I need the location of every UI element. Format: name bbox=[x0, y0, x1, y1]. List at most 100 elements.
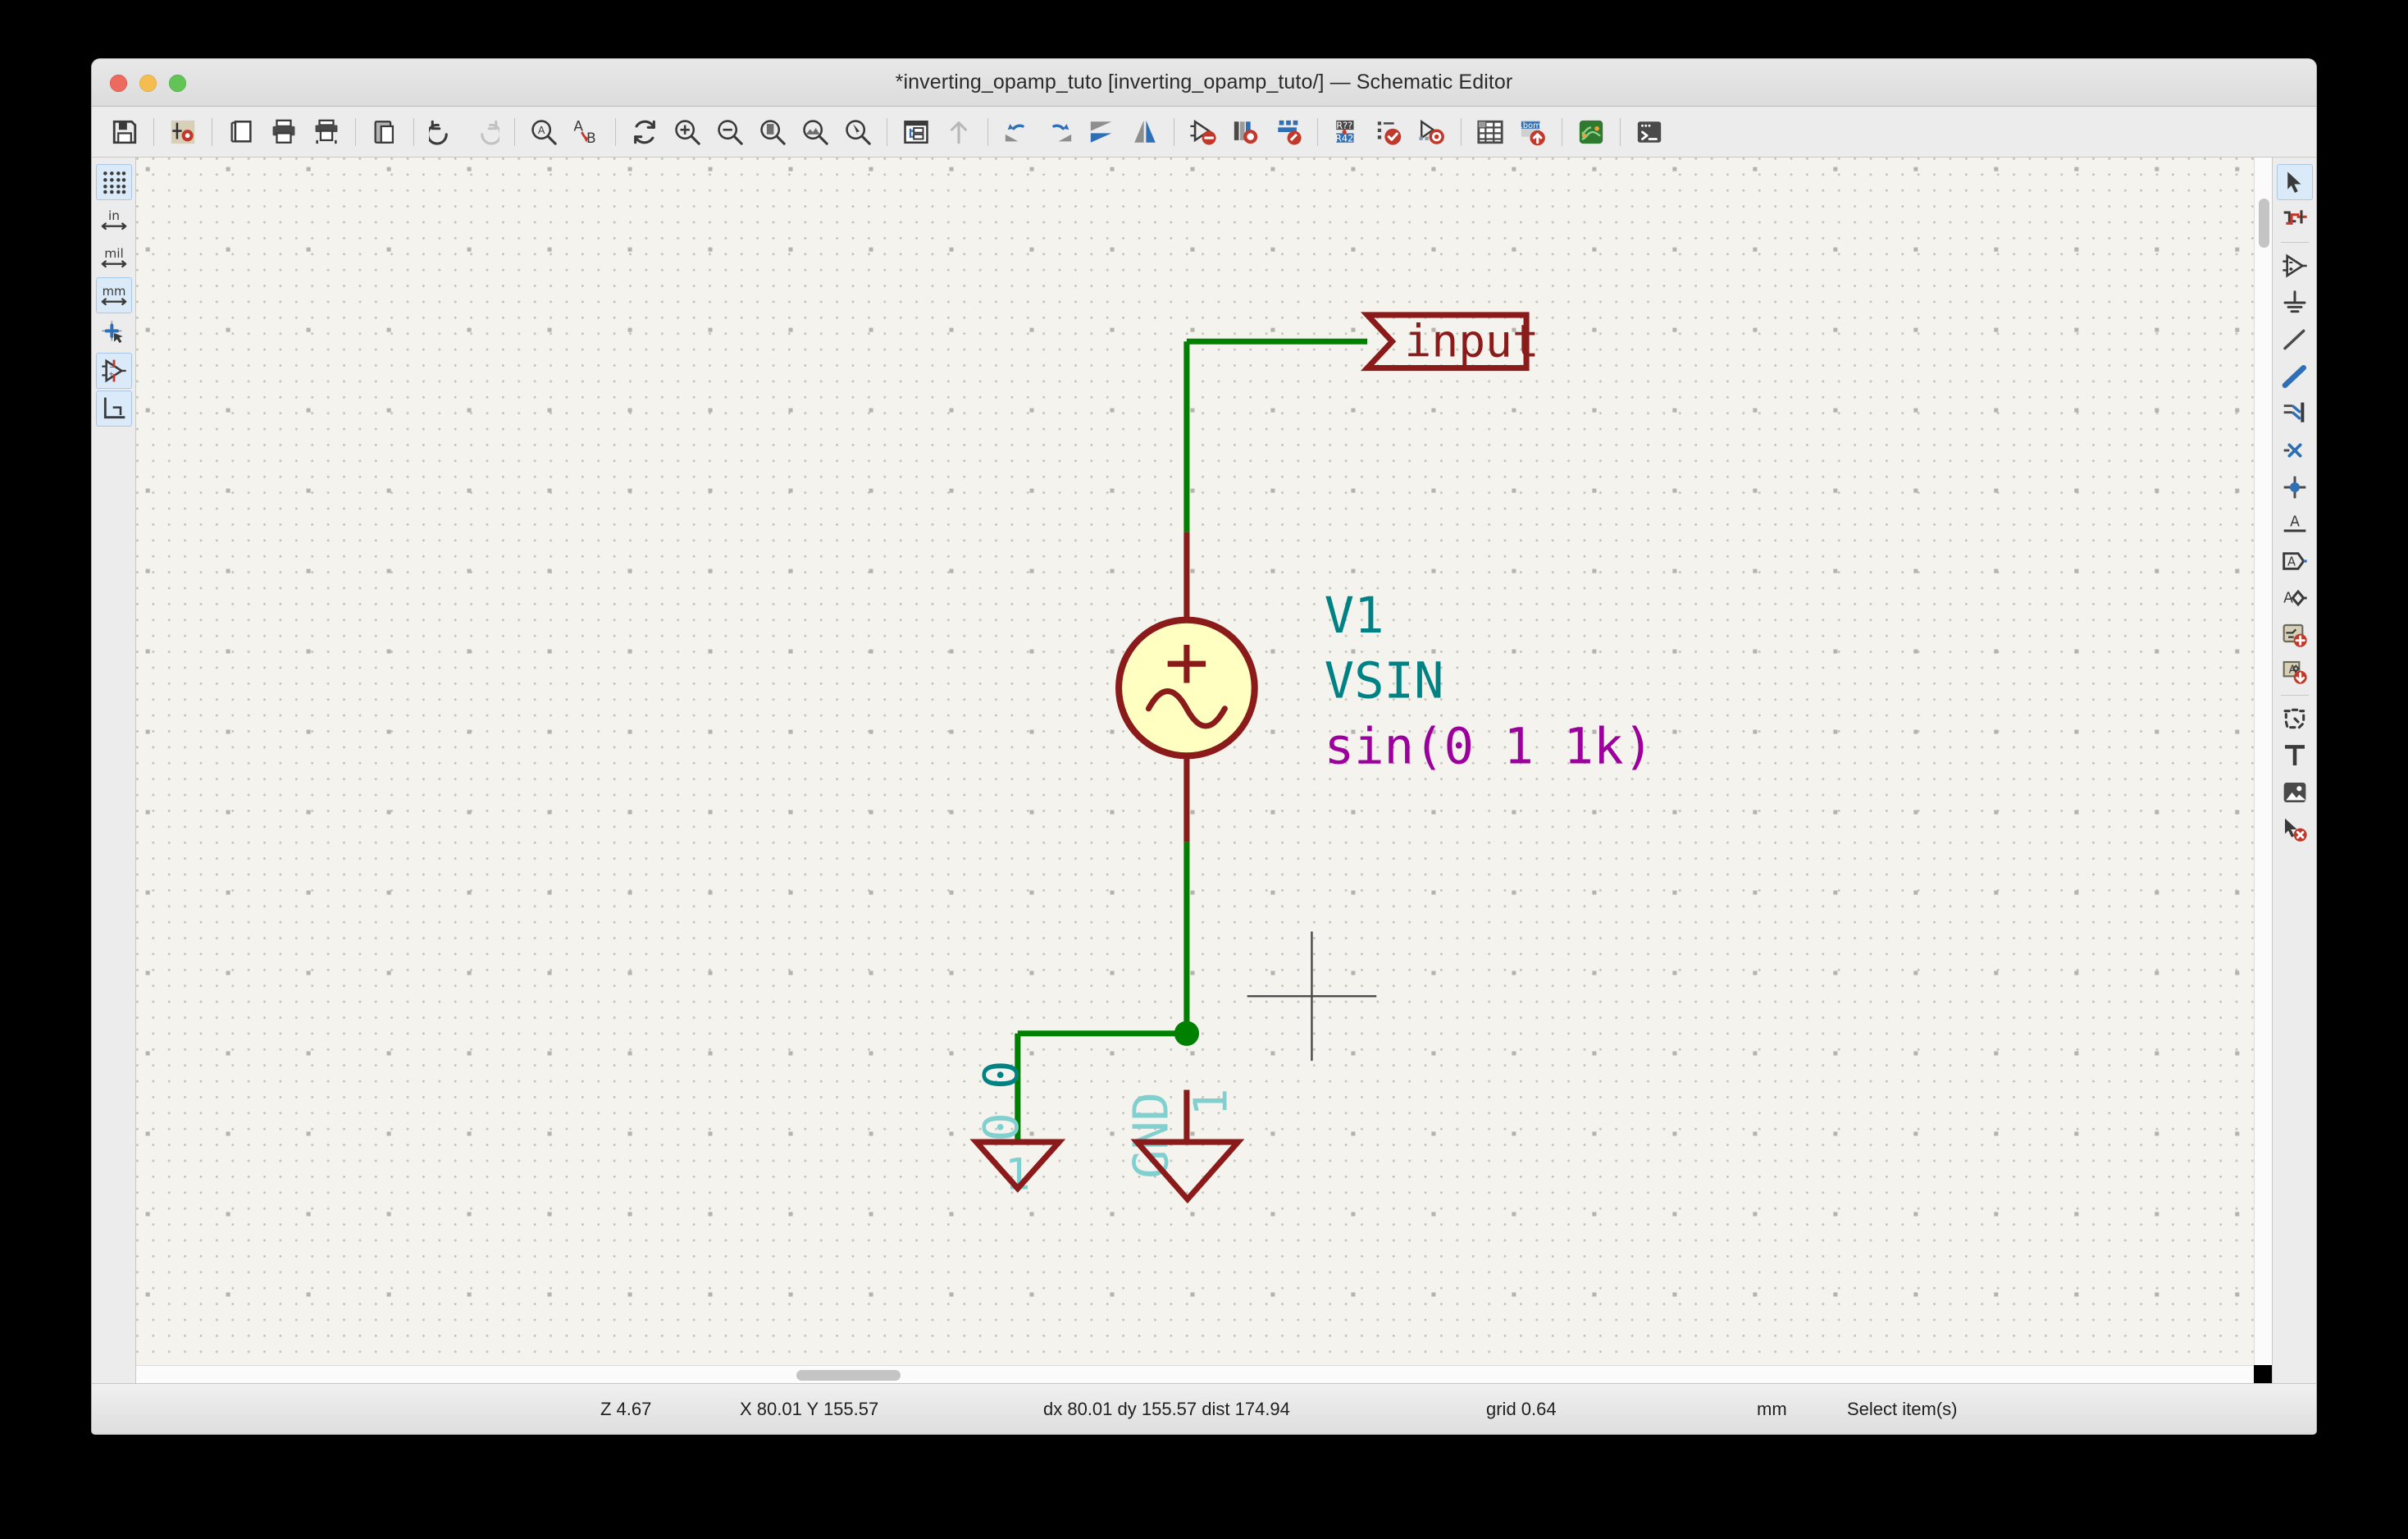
paste-button[interactable] bbox=[363, 112, 406, 153]
crosshair-cursor bbox=[1247, 931, 1377, 1062]
zoom-window-button[interactable] bbox=[169, 75, 186, 92]
zoom-fit-objects-button[interactable] bbox=[794, 112, 837, 153]
source-reference-text[interactable]: V1 bbox=[1325, 587, 1384, 645]
svg-text:A: A bbox=[538, 125, 545, 137]
bus-entry-button[interactable] bbox=[2277, 395, 2313, 432]
page-settings-icon bbox=[171, 120, 195, 144]
delete-tool-button[interactable] bbox=[2277, 811, 2313, 847]
minimize-window-button[interactable] bbox=[139, 75, 157, 92]
wire-line-icon bbox=[2283, 329, 2305, 350]
open-pcb-editor-button[interactable] bbox=[1570, 112, 1612, 153]
place-power-button[interactable] bbox=[2277, 285, 2313, 321]
floppy-disk-icon bbox=[112, 120, 137, 144]
print-button[interactable] bbox=[262, 112, 305, 153]
highlight-net-tool-button[interactable] bbox=[2277, 201, 2313, 237]
toggle-grid-button[interactable] bbox=[95, 164, 132, 200]
find-button[interactable]: A bbox=[522, 112, 565, 153]
draw-bus-button[interactable] bbox=[2277, 358, 2313, 395]
vertical-scrollbar[interactable] bbox=[2254, 158, 2272, 1365]
graphic-polygon-icon bbox=[2283, 708, 2305, 729]
right-toolbar: A A A A bbox=[2272, 158, 2316, 1383]
zoom-fit-page-button[interactable] bbox=[751, 112, 794, 153]
schematic-canvas[interactable]: input 0 0 1 GND 1 V1 VSIN sin(0 1 1k) bbox=[136, 158, 2254, 1365]
annotate-button[interactable]: R?? R42 bbox=[1325, 112, 1368, 153]
hierarchy-navigator-button[interactable] bbox=[895, 112, 937, 153]
mirror-vertical-button[interactable] bbox=[1124, 112, 1166, 153]
hierarchical-label-icon: A bbox=[2283, 589, 2307, 606]
svg-text:.bom: .bom bbox=[1521, 121, 1541, 130]
global-label-input[interactable]: input bbox=[1360, 312, 1539, 372]
vertical-scrollbar-thumb[interactable] bbox=[2259, 199, 2269, 248]
add-text-button[interactable] bbox=[2277, 738, 2313, 774]
status-bar: Z 4.67 X 80.01 Y 155.57 dx 80.01 dy 155.… bbox=[92, 1383, 2316, 1434]
plot-button[interactable] bbox=[305, 112, 348, 153]
status-relative-coords: dx 80.01 dy 155.57 dist 174.94 bbox=[1043, 1398, 1290, 1419]
zoom-selection-button[interactable] bbox=[837, 112, 879, 153]
grid-dots-icon bbox=[103, 171, 125, 194]
rotate-ccw-button[interactable] bbox=[996, 112, 1038, 153]
junction-button[interactable] bbox=[2277, 469, 2313, 505]
hierarchical-label-button[interactable]: A bbox=[2277, 580, 2313, 616]
junction-dot[interactable] bbox=[1174, 1021, 1200, 1046]
symbol-properties-button[interactable] bbox=[1182, 112, 1225, 153]
svg-text:mm: mm bbox=[102, 285, 125, 299]
scripting-console-button[interactable] bbox=[1628, 112, 1671, 153]
annotate-r42-icon: R?? R42 bbox=[1335, 119, 1354, 144]
draw-wire-button[interactable] bbox=[2277, 322, 2313, 358]
page-properties-button[interactable] bbox=[220, 112, 262, 153]
source-value-text[interactable]: VSIN bbox=[1325, 653, 1444, 710]
zoom-out-button[interactable] bbox=[709, 112, 751, 153]
add-image-button[interactable] bbox=[2277, 774, 2313, 811]
place-symbol-button[interactable] bbox=[2277, 248, 2313, 284]
horizontal-scrollbar[interactable] bbox=[136, 1365, 2254, 1383]
voltage-source-v1[interactable] bbox=[1115, 616, 1258, 760]
leave-sheet-button[interactable] bbox=[937, 112, 980, 153]
rotate-cw-button[interactable] bbox=[1038, 112, 1081, 153]
zoom-in-button[interactable] bbox=[666, 112, 709, 153]
net-label-button[interactable]: A bbox=[2277, 506, 2313, 542]
main-toolbar: A A B R?? R42 .bom bbox=[92, 107, 2316, 158]
assign-footprints-icon bbox=[1419, 119, 1444, 144]
bus-line-icon bbox=[2282, 365, 2306, 388]
status-grid: grid 0.64 bbox=[1486, 1398, 1557, 1419]
symbol-library-browser-button[interactable] bbox=[1225, 112, 1267, 153]
save-button[interactable] bbox=[103, 112, 146, 153]
refresh-button[interactable] bbox=[623, 112, 666, 153]
undo-button[interactable] bbox=[422, 112, 464, 153]
import-sheet-pin-button[interactable]: A bbox=[2277, 654, 2313, 690]
zoom-selection-icon bbox=[846, 119, 871, 145]
symbol-editor-button[interactable] bbox=[1267, 112, 1310, 153]
toggle-cursor-button[interactable] bbox=[96, 315, 132, 351]
add-sheet-button[interactable] bbox=[2277, 617, 2313, 653]
page-settings-button[interactable] bbox=[162, 112, 204, 153]
generate-bom-button[interactable]: .bom bbox=[1512, 112, 1554, 153]
close-window-button[interactable] bbox=[110, 75, 127, 92]
erc-check-icon bbox=[1377, 121, 1402, 145]
toggle-invisible-pins-button[interactable]: − + bbox=[95, 353, 132, 389]
toggle-wire-angle-button[interactable] bbox=[95, 390, 132, 427]
schematic-drawing: input 0 0 1 GND 1 V1 VSIN sin(0 1 1k) bbox=[145, 167, 2240, 1318]
status-cursor-position: X 80.01 Y 155.57 bbox=[740, 1398, 879, 1419]
gnd-label-text: GND bbox=[1140, 1311, 1236, 1318]
erc-button[interactable] bbox=[1368, 112, 1411, 153]
units-mils-button[interactable]: mil bbox=[96, 240, 132, 276]
find-replace-button[interactable]: A B bbox=[565, 112, 608, 153]
no-connect-button[interactable] bbox=[2277, 432, 2313, 468]
mirror-horizontal-button[interactable] bbox=[1081, 112, 1124, 153]
bom-table-button[interactable] bbox=[1469, 112, 1512, 153]
wire-input-to-source[interactable] bbox=[1183, 338, 1368, 532]
horizontal-scrollbar-thumb[interactable] bbox=[796, 1370, 901, 1381]
text-t-icon bbox=[2284, 745, 2305, 765]
global-label-button[interactable]: A bbox=[2277, 543, 2313, 579]
status-zoom: Z 4.67 bbox=[600, 1398, 652, 1419]
redo-button[interactable] bbox=[464, 112, 507, 153]
select-tool-button[interactable] bbox=[2276, 164, 2313, 200]
editor-body: in mil mm − + input 0 0 1 GND 1 V1 VSIN … bbox=[92, 158, 2316, 1383]
wire-angle-icon bbox=[103, 397, 125, 419]
assign-footprints-button[interactable] bbox=[1411, 112, 1453, 153]
right-toolbar-separator bbox=[2280, 242, 2309, 243]
units-inches-button[interactable]: in bbox=[96, 202, 132, 238]
units-millimeters-button[interactable]: mm bbox=[95, 277, 132, 313]
source-spice-model-text[interactable]: sin(0 1 1k) bbox=[1325, 718, 1653, 775]
draw-lines-button[interactable] bbox=[2277, 701, 2313, 737]
